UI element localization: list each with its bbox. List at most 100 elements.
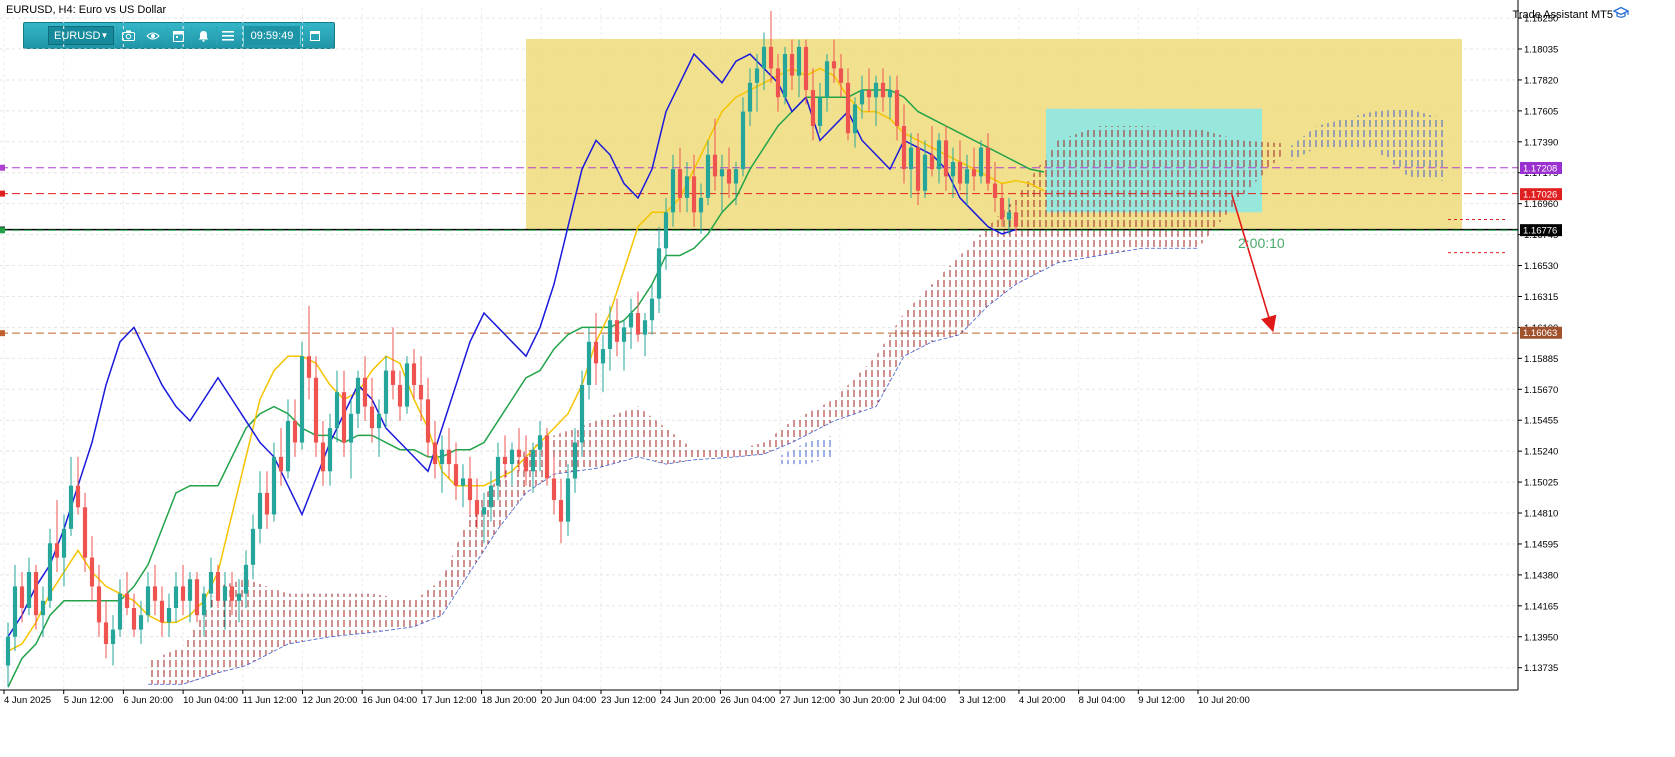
candle-body (985, 147, 991, 184)
candle-body (551, 478, 557, 501)
candle-body (1006, 212, 1012, 220)
y-tick-label: 1.16960 (1524, 199, 1558, 210)
candle-body (523, 456, 529, 472)
candle-body (502, 456, 508, 465)
x-tick-label: 2 Jul 04:00 (900, 695, 946, 706)
x-tick-label: 10 Jul 20:00 (1198, 695, 1250, 706)
candle-body (439, 449, 445, 465)
x-tick-label: 11 Jun 12:00 (243, 695, 297, 706)
candle-body (978, 147, 984, 177)
x-tick-label: 6 Jun 20:00 (123, 695, 173, 706)
x-tick-label: 17 Jun 12:00 (422, 695, 477, 706)
candle-body (152, 586, 158, 601)
candle-body (999, 197, 1005, 220)
candle-body (733, 169, 739, 184)
candle-body (159, 600, 165, 623)
x-tick-label: 4 Jun 2025 (4, 695, 51, 706)
candle-body (894, 90, 900, 126)
y-tick-label: 1.16315 (1524, 292, 1558, 303)
price-tag-label: 1.16776 (1523, 226, 1557, 237)
candle-body (40, 600, 46, 616)
candle-body (866, 90, 872, 98)
candle-body (222, 586, 228, 601)
candle-body (957, 161, 963, 184)
x-tick-label: 18 Jun 20:00 (482, 695, 537, 706)
candle-body (131, 607, 137, 630)
candle-body (362, 377, 368, 407)
x-tick-label: 8 Jul 04:00 (1079, 695, 1125, 706)
candle-body (565, 478, 571, 522)
y-tick-label: 1.13950 (1524, 632, 1558, 643)
level-handle (0, 164, 5, 171)
candle-body (474, 500, 480, 515)
candle-body (852, 104, 858, 134)
candle-body (943, 140, 949, 177)
candle-body (47, 543, 53, 601)
candle-body (656, 248, 662, 299)
candle-body (180, 586, 186, 601)
candle-body (173, 586, 179, 608)
candle-body (950, 161, 956, 177)
candle-body (887, 90, 893, 98)
candle-body (824, 61, 830, 98)
candle-body (376, 413, 382, 429)
x-tick-label: 26 Jun 04:00 (720, 695, 775, 706)
candle-body (803, 46, 809, 91)
y-tick-label: 1.14595 (1524, 539, 1558, 550)
candle-body (278, 456, 284, 472)
candle-body (103, 622, 109, 644)
candle-body (838, 68, 844, 83)
x-tick-label: 4 Jul 20:00 (1019, 695, 1065, 706)
candle-body (789, 54, 795, 76)
y-tick-label: 1.16530 (1524, 261, 1558, 272)
candle-body (796, 46, 802, 76)
y-tick-label: 1.13735 (1524, 663, 1558, 674)
level-handle (0, 227, 5, 234)
candle-body (187, 579, 193, 601)
candle-body (747, 82, 753, 112)
candle-body (68, 485, 74, 529)
candle-body (124, 593, 130, 608)
price-chart[interactable]: 1.182501.180351.178201.176051.173901.171… (0, 0, 1675, 757)
candle-body (264, 492, 270, 515)
y-tick-label: 1.14380 (1524, 570, 1558, 581)
candle-body (929, 154, 935, 170)
candle-body (145, 586, 151, 616)
y-tick-label: 1.18035 (1524, 45, 1558, 56)
x-tick-label: 16 Jun 04:00 (362, 695, 417, 706)
candle-body (411, 363, 417, 385)
candle-body (593, 341, 599, 364)
candle-body (572, 442, 578, 479)
y-tick-label: 1.14165 (1524, 601, 1558, 612)
candle-body (901, 125, 907, 170)
candle-body (12, 586, 18, 637)
x-tick-label: 20 Jun 04:00 (541, 695, 596, 706)
candle-body (600, 349, 606, 364)
candle-body (355, 377, 361, 414)
x-tick-label: 3 Jul 12:00 (959, 695, 1005, 706)
candle-body (495, 456, 501, 486)
candle-body (208, 572, 214, 594)
level-handle (0, 190, 5, 197)
y-tick-label: 1.17820 (1524, 75, 1558, 86)
candle-body (873, 82, 879, 98)
candle-body (320, 442, 326, 472)
candle-body (831, 61, 837, 69)
candle-body (397, 384, 403, 407)
candle-body (740, 111, 746, 170)
candle-body (936, 140, 942, 170)
candle-body (418, 384, 424, 400)
candle-body (54, 543, 60, 558)
candle-body (964, 169, 970, 184)
candle-body (691, 176, 697, 213)
x-tick-label: 12 Jun 20:00 (303, 695, 358, 706)
candle-body (194, 579, 200, 616)
x-tick-label: 24 Jun 20:00 (661, 695, 716, 706)
candle-body (348, 413, 354, 443)
candle-body (509, 449, 515, 465)
candle-body (558, 500, 564, 522)
candle-body (782, 54, 788, 98)
y-tick-label: 1.17390 (1524, 137, 1558, 148)
candle-body (96, 586, 102, 623)
x-tick-label: 27 Jun 12:00 (780, 695, 835, 706)
